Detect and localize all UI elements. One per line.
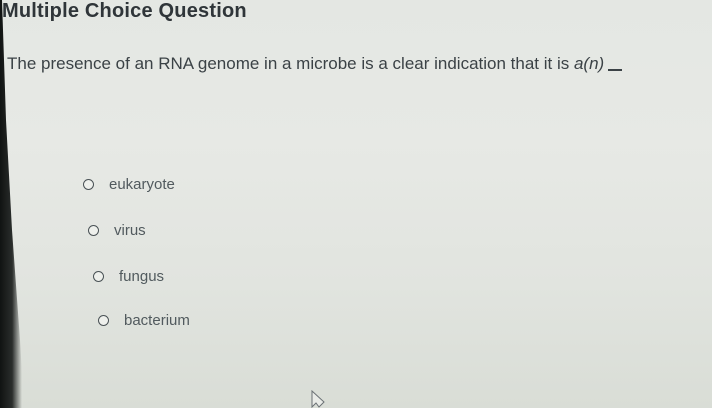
question-emphasis: a(n): [573, 54, 605, 73]
option-label: virus: [114, 222, 146, 239]
radio-button[interactable]: [83, 179, 94, 190]
option-label: eukaryote: [109, 176, 175, 193]
answer-option-bacterium[interactable]: bacterium: [98, 312, 190, 329]
question-text: The presence of an RNA genome in a micro…: [7, 54, 574, 73]
radio-button[interactable]: [93, 271, 104, 282]
question-prompt: The presence of an RNA genome in a micro…: [7, 54, 623, 74]
option-label: fungus: [119, 268, 165, 285]
question-type-heading: Multiple Choice Question: [2, 0, 247, 22]
answer-option-fungus[interactable]: fungus: [93, 268, 164, 285]
option-label: bacterium: [124, 312, 190, 329]
answer-blank: [608, 69, 623, 71]
answer-option-virus[interactable]: virus: [88, 222, 146, 239]
radio-button[interactable]: [98, 315, 109, 326]
radio-button[interactable]: [88, 225, 99, 236]
pointer-arrow-icon: [311, 390, 325, 408]
answer-option-eukaryote[interactable]: eukaryote: [83, 176, 175, 193]
